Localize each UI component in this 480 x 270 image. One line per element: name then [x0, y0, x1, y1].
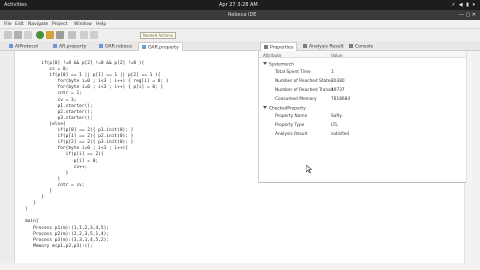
tooltip: Nested Actions [140, 32, 176, 39]
property-key: CheckedProperty [269, 106, 306, 111]
clock[interactable]: Apr 27 3:28 AM [219, 2, 258, 8]
file-icon [53, 44, 57, 48]
attribute-column-header: Attribute [263, 52, 282, 58]
menu-window[interactable]: Window [74, 22, 92, 27]
menu-edit[interactable]: Edit [15, 22, 24, 27]
build-icon[interactable] [46, 31, 54, 39]
property-value: 30380 [331, 79, 345, 85]
panel-tab-bar: Properties Analysis Result Console [258, 41, 480, 51]
properties-header: Attribute Value [259, 51, 466, 58]
console-icon [349, 44, 353, 48]
new-file-icon[interactable] [4, 31, 12, 39]
tab-analysis-result[interactable]: Analysis Result [300, 42, 347, 51]
code-text[interactable]: if(p[0] !=0 && p[2] !=0 && p[2] !=0 ){ c… [25, 61, 169, 250]
file-icon [9, 44, 13, 48]
property-value: satisfied [331, 131, 350, 137]
editor-tab-bar: AlProtocol AR.property OAR.rebeca OAR.pr… [0, 41, 258, 51]
property-row[interactable]: Analysis Result satisfied [259, 130, 466, 138]
search-icon[interactable] [68, 31, 76, 39]
property-value: 1 [331, 70, 334, 76]
property-row[interactable]: Number of Reached Transit 49737 [259, 86, 466, 94]
menu-help[interactable]: Help [96, 22, 106, 27]
tab-oar-rebeca[interactable]: OAR.rebeca [96, 42, 135, 51]
property-key: Analysis Result [275, 131, 308, 137]
property-row[interactable]: Systemsrch [259, 60, 466, 68]
expand-arrow-icon[interactable] [263, 105, 267, 109]
save-all-icon[interactable] [24, 31, 32, 39]
property-key: Systemsrch [269, 62, 295, 67]
property-key: Total Spent Time [275, 70, 311, 76]
system-top-bar: Activities Apr 27 3:28 AM ⚡ ◀ ▮ ▾ [0, 0, 480, 10]
tab-properties[interactable]: Properties [260, 42, 298, 51]
toolbar: Nested Actions [0, 29, 480, 41]
tab-ar-property[interactable]: AR.property [50, 42, 89, 51]
menu-navigate[interactable]: Navigate [28, 22, 48, 27]
analysis-icon [303, 44, 307, 48]
value-column-header: Value [331, 52, 343, 58]
property-row[interactable]: CheckedProperty [259, 104, 466, 112]
window-titlebar: Rebeca IDE — ▢ ✕ [0, 10, 480, 20]
property-row[interactable]: Property Name Safty [259, 113, 466, 121]
debug-icon[interactable] [56, 31, 64, 39]
menu-bar: File Edit Navigate Project Window Help [0, 20, 480, 29]
menu-project[interactable]: Project [52, 22, 67, 27]
tab-console[interactable]: Console [346, 42, 376, 51]
property-key: Number of Reached States [275, 79, 333, 85]
property-row[interactable]: Consumed Memory 7818684 [259, 95, 466, 103]
property-value: Safty [331, 114, 343, 120]
file-icon [99, 44, 103, 48]
window-controls[interactable]: — ▢ ✕ [459, 12, 476, 18]
code-line[interactable]: Memory m(p1,p2,p3):(); [25, 244, 169, 250]
property-key: Property Name [275, 114, 308, 120]
editor-gutter [0, 51, 14, 263]
property-key: Property Type [275, 123, 305, 129]
file-icon [142, 45, 146, 49]
mouse-pointer-icon [306, 165, 312, 173]
run-icon[interactable] [36, 31, 44, 39]
window-title: Rebeca IDE [228, 12, 257, 18]
property-value: 7818684 [331, 96, 351, 102]
property-value: LTL [331, 123, 338, 129]
property-value: 49737 [331, 87, 345, 93]
properties-panel: Attribute Value Systemsrch Total Spent Ti… [258, 51, 466, 183]
property-key: Number of Reached Transit [275, 87, 334, 93]
expand-arrow-icon[interactable] [263, 61, 267, 65]
properties-icon [264, 45, 268, 49]
property-row[interactable]: Property Type LTL [259, 122, 466, 130]
forward-icon[interactable] [90, 31, 98, 39]
save-icon[interactable] [14, 31, 22, 39]
properties-scrollbar[interactable] [466, 51, 472, 183]
property-row[interactable]: Total Spent Time 1 [259, 69, 466, 77]
activities-button[interactable]: Activities [4, 2, 27, 8]
back-icon[interactable] [80, 31, 88, 39]
system-tray-icons[interactable]: ⚡ ◀ ▮ ▾ [452, 2, 476, 8]
tab-oar-property[interactable]: OAR.property [138, 42, 183, 51]
menu-file[interactable]: File [4, 22, 12, 27]
tab-alprotocol[interactable]: AlProtocol [6, 42, 41, 51]
property-row[interactable]: Number of Reached States 30380 [259, 78, 466, 86]
property-key: Consumed Memory [275, 96, 317, 102]
